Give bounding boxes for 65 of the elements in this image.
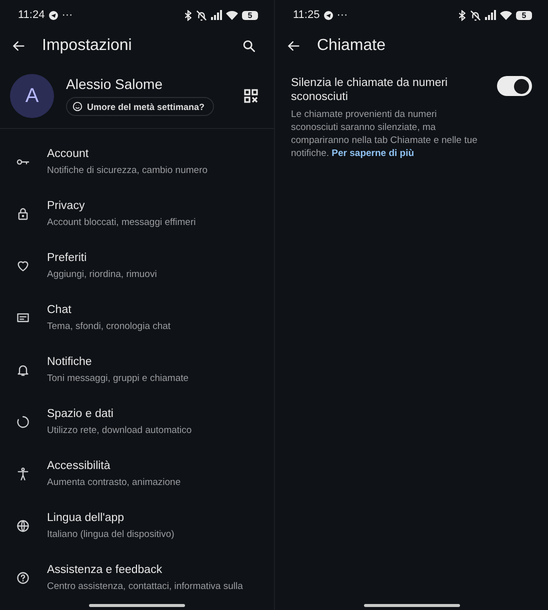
item-title: Privacy — [47, 200, 86, 212]
item-subtitle: Tema, sfondi, cronologia chat — [47, 321, 171, 332]
status-time: 11:25 — [293, 9, 320, 21]
screen-title: Chiamate — [317, 37, 386, 55]
bell-icon — [16, 363, 30, 377]
item-subtitle: Centro assistenza, contattaci, informativa sulla — [47, 581, 243, 592]
settings-item[interactable]: Preferiti Aggiungi, riordina, rimuovi — [0, 240, 274, 292]
item-subtitle: Aggiungi, riordina, rimuovi — [47, 269, 157, 280]
item-title: Chat — [47, 304, 72, 316]
settings-item[interactable]: Notifiche Toni messaggi, gruppi e chiamate — [0, 344, 274, 396]
item-title: Spazio e dati — [47, 408, 114, 420]
item-subtitle: Notifiche di sicurezza, cambio numero — [47, 165, 208, 176]
item-title: Account — [47, 148, 90, 160]
globe-icon — [16, 519, 30, 533]
settings-item[interactable]: Assistenza e feedback Centro assistenza, contattaci, informativa sulla — [0, 552, 274, 604]
avatar[interactable]: A — [10, 74, 54, 118]
wifi-icon — [226, 10, 238, 20]
smiley-icon — [72, 101, 83, 112]
settings-item[interactable]: Privacy Account bloccati, messaggi effimeri — [0, 188, 274, 240]
learn-more-link[interactable]: Per saperne di più — [332, 148, 414, 159]
help-icon — [16, 571, 30, 585]
item-subtitle: Account bloccati, messaggi effimeri — [47, 217, 196, 228]
item-subtitle: Italiano (lingua del dispositivo) — [47, 529, 174, 540]
mood-button[interactable]: Umore del metà settimana? — [66, 97, 214, 116]
status-time: 11:24 — [18, 9, 45, 21]
telegram-icon — [324, 10, 333, 20]
more-indicator: ··· — [62, 9, 73, 21]
setting-description: Le chiamate provenienti da numeri sconosciuti saranno silenziate, ma compariranno nella tab Chiamate e nelle tue notifiche. Per saperne di più — [291, 108, 478, 160]
toggle-switch[interactable] — [497, 76, 532, 96]
settings-item[interactable]: Spazio e dati Utilizzo rete, download automatico — [0, 396, 274, 448]
mute-icon — [470, 10, 481, 20]
qr-code-icon — [244, 89, 258, 103]
screen-title: Impostazioni — [42, 37, 133, 55]
lock-icon — [16, 207, 30, 221]
bluetooth-icon — [458, 10, 466, 20]
settings-item[interactable]: Accessibilità Aumenta contrasto, animazione — [0, 448, 274, 500]
settings-item[interactable]: Chat Tema, sfondi, cronologia chat — [0, 292, 274, 344]
search-icon — [242, 39, 256, 53]
battery-icon: 5 — [516, 10, 532, 20]
item-title: Lingua dell'app — [47, 512, 126, 524]
message-icon — [16, 311, 30, 325]
more-indicator: ··· — [336, 9, 348, 21]
settings-item[interactable]: Lingua dell'app Italiano (lingua del dispositivo) — [0, 500, 274, 552]
item-title: Notifiche — [47, 356, 93, 368]
bluetooth-icon — [184, 10, 192, 20]
settings-item[interactable]: Account Notifiche di sicurezza, cambio numero — [0, 136, 274, 188]
item-title: Preferiti — [47, 252, 88, 264]
signal-icon — [211, 10, 222, 20]
item-subtitle: Toni messaggi, gruppi e chiamate — [47, 373, 189, 384]
battery-icon: 5 — [242, 10, 258, 20]
telegram-icon — [48, 10, 58, 20]
item-title: Assistenza e feedback — [47, 564, 164, 576]
signal-icon — [485, 10, 496, 20]
heart-icon — [16, 259, 30, 273]
mute-icon — [196, 10, 207, 20]
circle-progress-icon — [16, 415, 30, 429]
profile-name: Alessio Salome — [66, 76, 164, 92]
back-arrow-icon — [287, 39, 301, 53]
item-subtitle: Utilizzo rete, download automatico — [47, 425, 192, 436]
wifi-icon — [500, 10, 512, 20]
item-subtitle: Aumenta contrasto, animazione — [47, 477, 181, 488]
accessibility-icon — [16, 467, 30, 481]
back-arrow-icon — [12, 39, 26, 53]
setting-title: Silenzia le chiamate da numeri sconosciuti — [291, 76, 449, 104]
item-title: Accessibilità — [47, 460, 112, 472]
